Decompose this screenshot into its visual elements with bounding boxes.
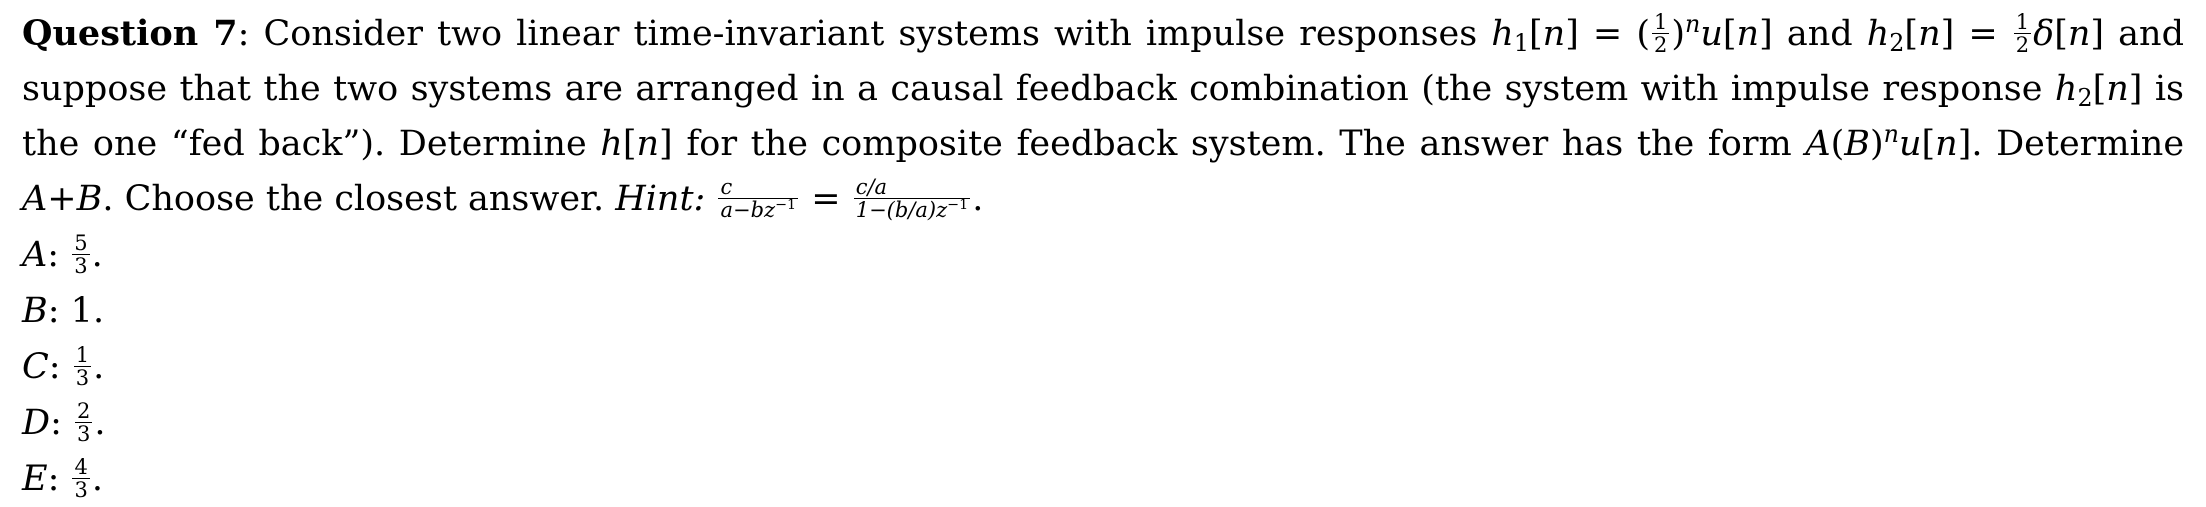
option-e: E: 43. <box>22 454 103 502</box>
half-fraction: 12 <box>1651 9 1670 57</box>
question-title: Question 7 <box>22 13 238 54</box>
question-text: Question 7: Consider two linear time-inv… <box>22 9 2185 222</box>
option-a-fraction: 53 <box>72 230 90 278</box>
hint-left-fraction: c a−bz−1 <box>718 174 799 222</box>
option-b: B: 1. <box>22 291 105 331</box>
option-d-fraction: 23 <box>74 398 93 446</box>
option-e-fraction: 43 <box>72 454 90 502</box>
hint-right-fraction: c/a 1−(b/a)z−1 <box>853 174 971 222</box>
hint-label: Hint: <box>615 179 706 219</box>
half-fraction: 12 <box>2013 9 2032 57</box>
question-block: Question 7: Consider two linear time-inv… <box>22 6 2184 507</box>
option-c: C: 13. <box>22 342 105 390</box>
option-c-fraction: 13 <box>73 342 92 390</box>
option-a: A: 53. <box>22 230 103 278</box>
option-d: D: 23. <box>22 398 106 446</box>
